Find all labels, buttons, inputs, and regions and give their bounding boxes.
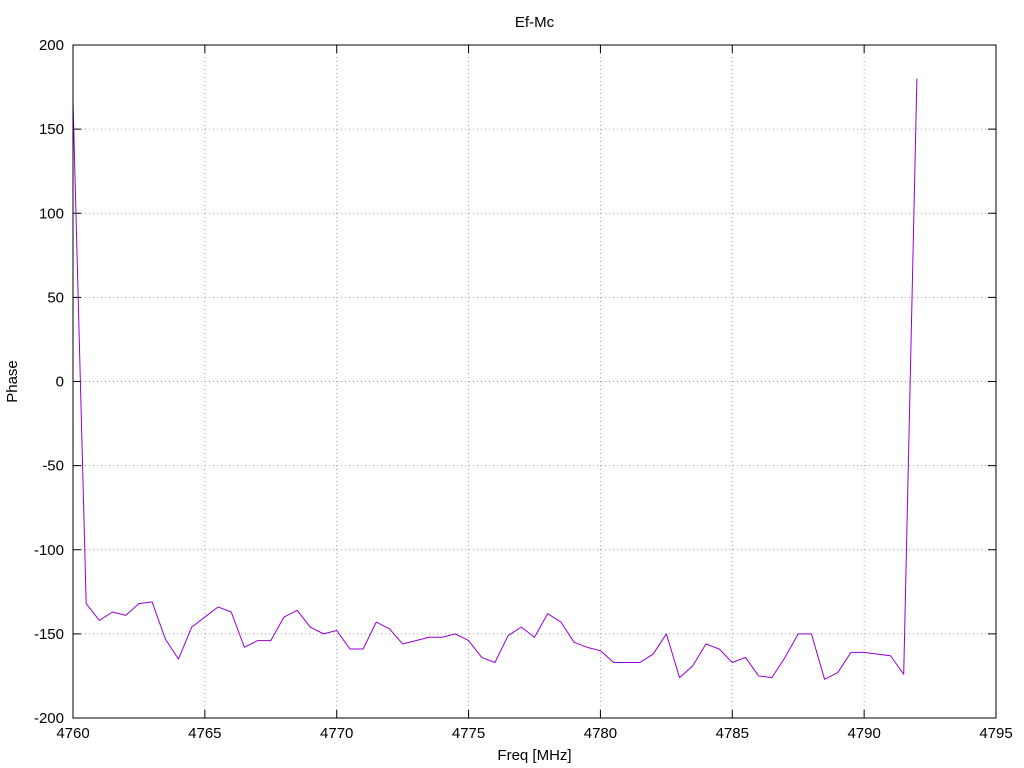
phase-series-line [72,78,918,680]
x-tick-label: 4765 [188,725,221,742]
y-tick-label: -100 [34,542,64,559]
y-tick-label: -50 [42,458,64,475]
y-tick-label: 200 [39,37,64,54]
y-tick-label: 50 [47,289,64,306]
series-layer [72,78,918,680]
chart-title: Ef-Mc [515,14,555,31]
x-tick-label: 4775 [452,725,485,742]
y-axis-label: Phase [4,360,21,403]
tick-labels: 4760 4765 4770 4775 4780 4785 4790 4795 -200 -150… [34,37,1013,742]
grid-lines [73,45,996,718]
x-tick-label: 4760 [56,725,89,742]
x-tick-label: 4780 [584,725,617,742]
x-tick-label: 4790 [847,725,880,742]
y-tick-label: 150 [39,121,64,138]
x-tick-label: 4785 [716,725,749,742]
y-tick-label: 0 [56,374,64,391]
y-tick-label: -150 [34,626,64,643]
y-tick-label: 100 [39,205,64,222]
phase-line-chart: 4760 4765 4770 4775 4780 4785 4790 4795 -200 -150… [4,14,1013,764]
x-tick-label: 4770 [320,725,353,742]
y-tick-label: -200 [34,710,64,727]
x-tick-label: 4795 [979,725,1012,742]
x-axis-label: Freq [MHz] [497,747,571,764]
